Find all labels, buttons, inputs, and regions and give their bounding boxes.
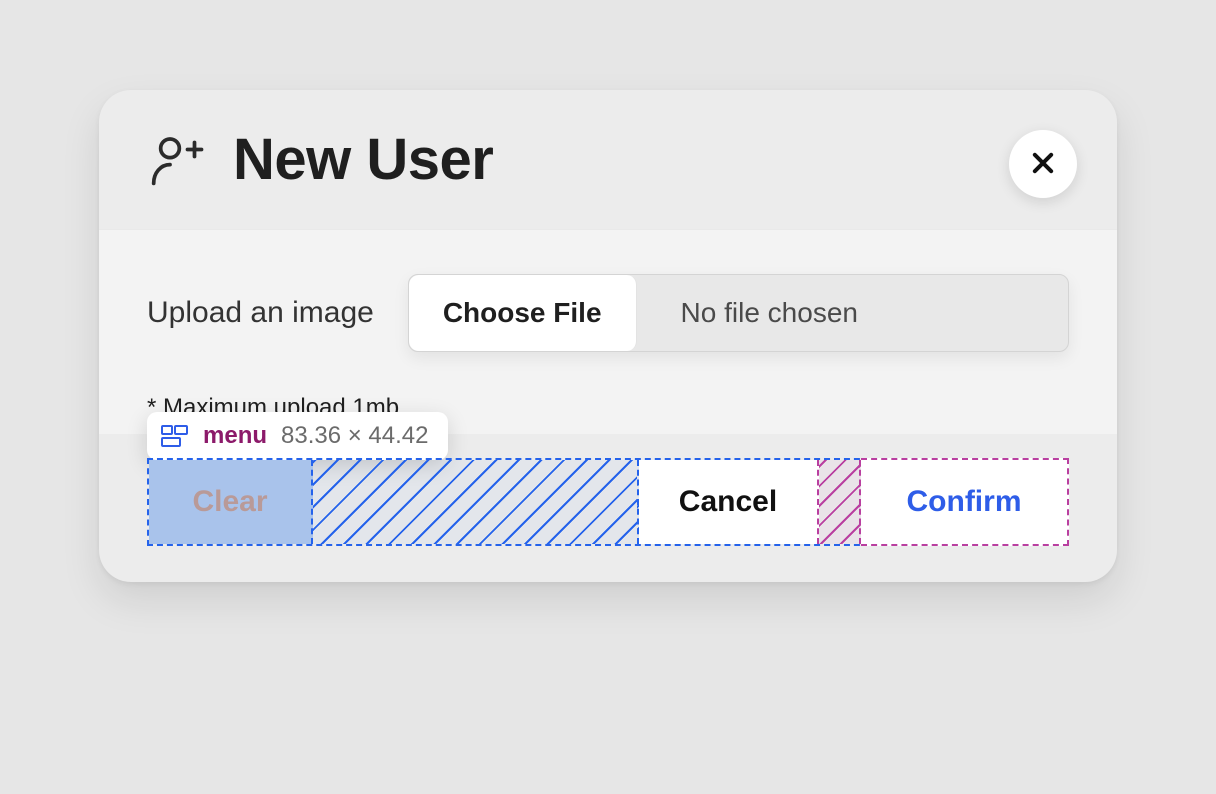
close-icon — [1029, 149, 1057, 180]
confirm-button[interactable]: Confirm — [861, 458, 1069, 546]
dialog-footer: menu 83.36 × 44.42 Clear Cancel Confirm — [99, 458, 1117, 582]
dialog-body: Upload an image Choose File No file chos… — [99, 229, 1117, 434]
dialog-title: New User — [233, 126, 493, 193]
upload-row: Upload an image Choose File No file chos… — [147, 274, 1069, 352]
devtools-tooltip: menu 83.36 × 44.42 — [147, 412, 448, 460]
flex-gap-overlay — [819, 460, 861, 544]
flex-spacer-overlay — [313, 460, 639, 544]
file-status-text: No file chosen — [637, 275, 1068, 351]
file-input[interactable]: Choose File No file chosen — [408, 274, 1069, 352]
user-plus-icon — [147, 130, 207, 190]
new-user-dialog: New User Upload an image Choose File No … — [99, 90, 1117, 582]
flex-layout-icon — [161, 424, 189, 448]
tooltip-element-tag: menu — [203, 422, 267, 450]
upload-label: Upload an image — [147, 296, 374, 330]
choose-file-button[interactable]: Choose File — [409, 275, 637, 351]
close-button[interactable] — [1009, 130, 1077, 198]
cancel-button[interactable]: Cancel — [639, 460, 819, 544]
tooltip-dimensions: 83.36 × 44.42 — [281, 422, 428, 450]
dialog-header: New User — [99, 90, 1117, 229]
footer-flex-overlay: Clear Cancel Confirm — [147, 458, 1069, 546]
clear-button[interactable]: Clear — [149, 460, 313, 544]
